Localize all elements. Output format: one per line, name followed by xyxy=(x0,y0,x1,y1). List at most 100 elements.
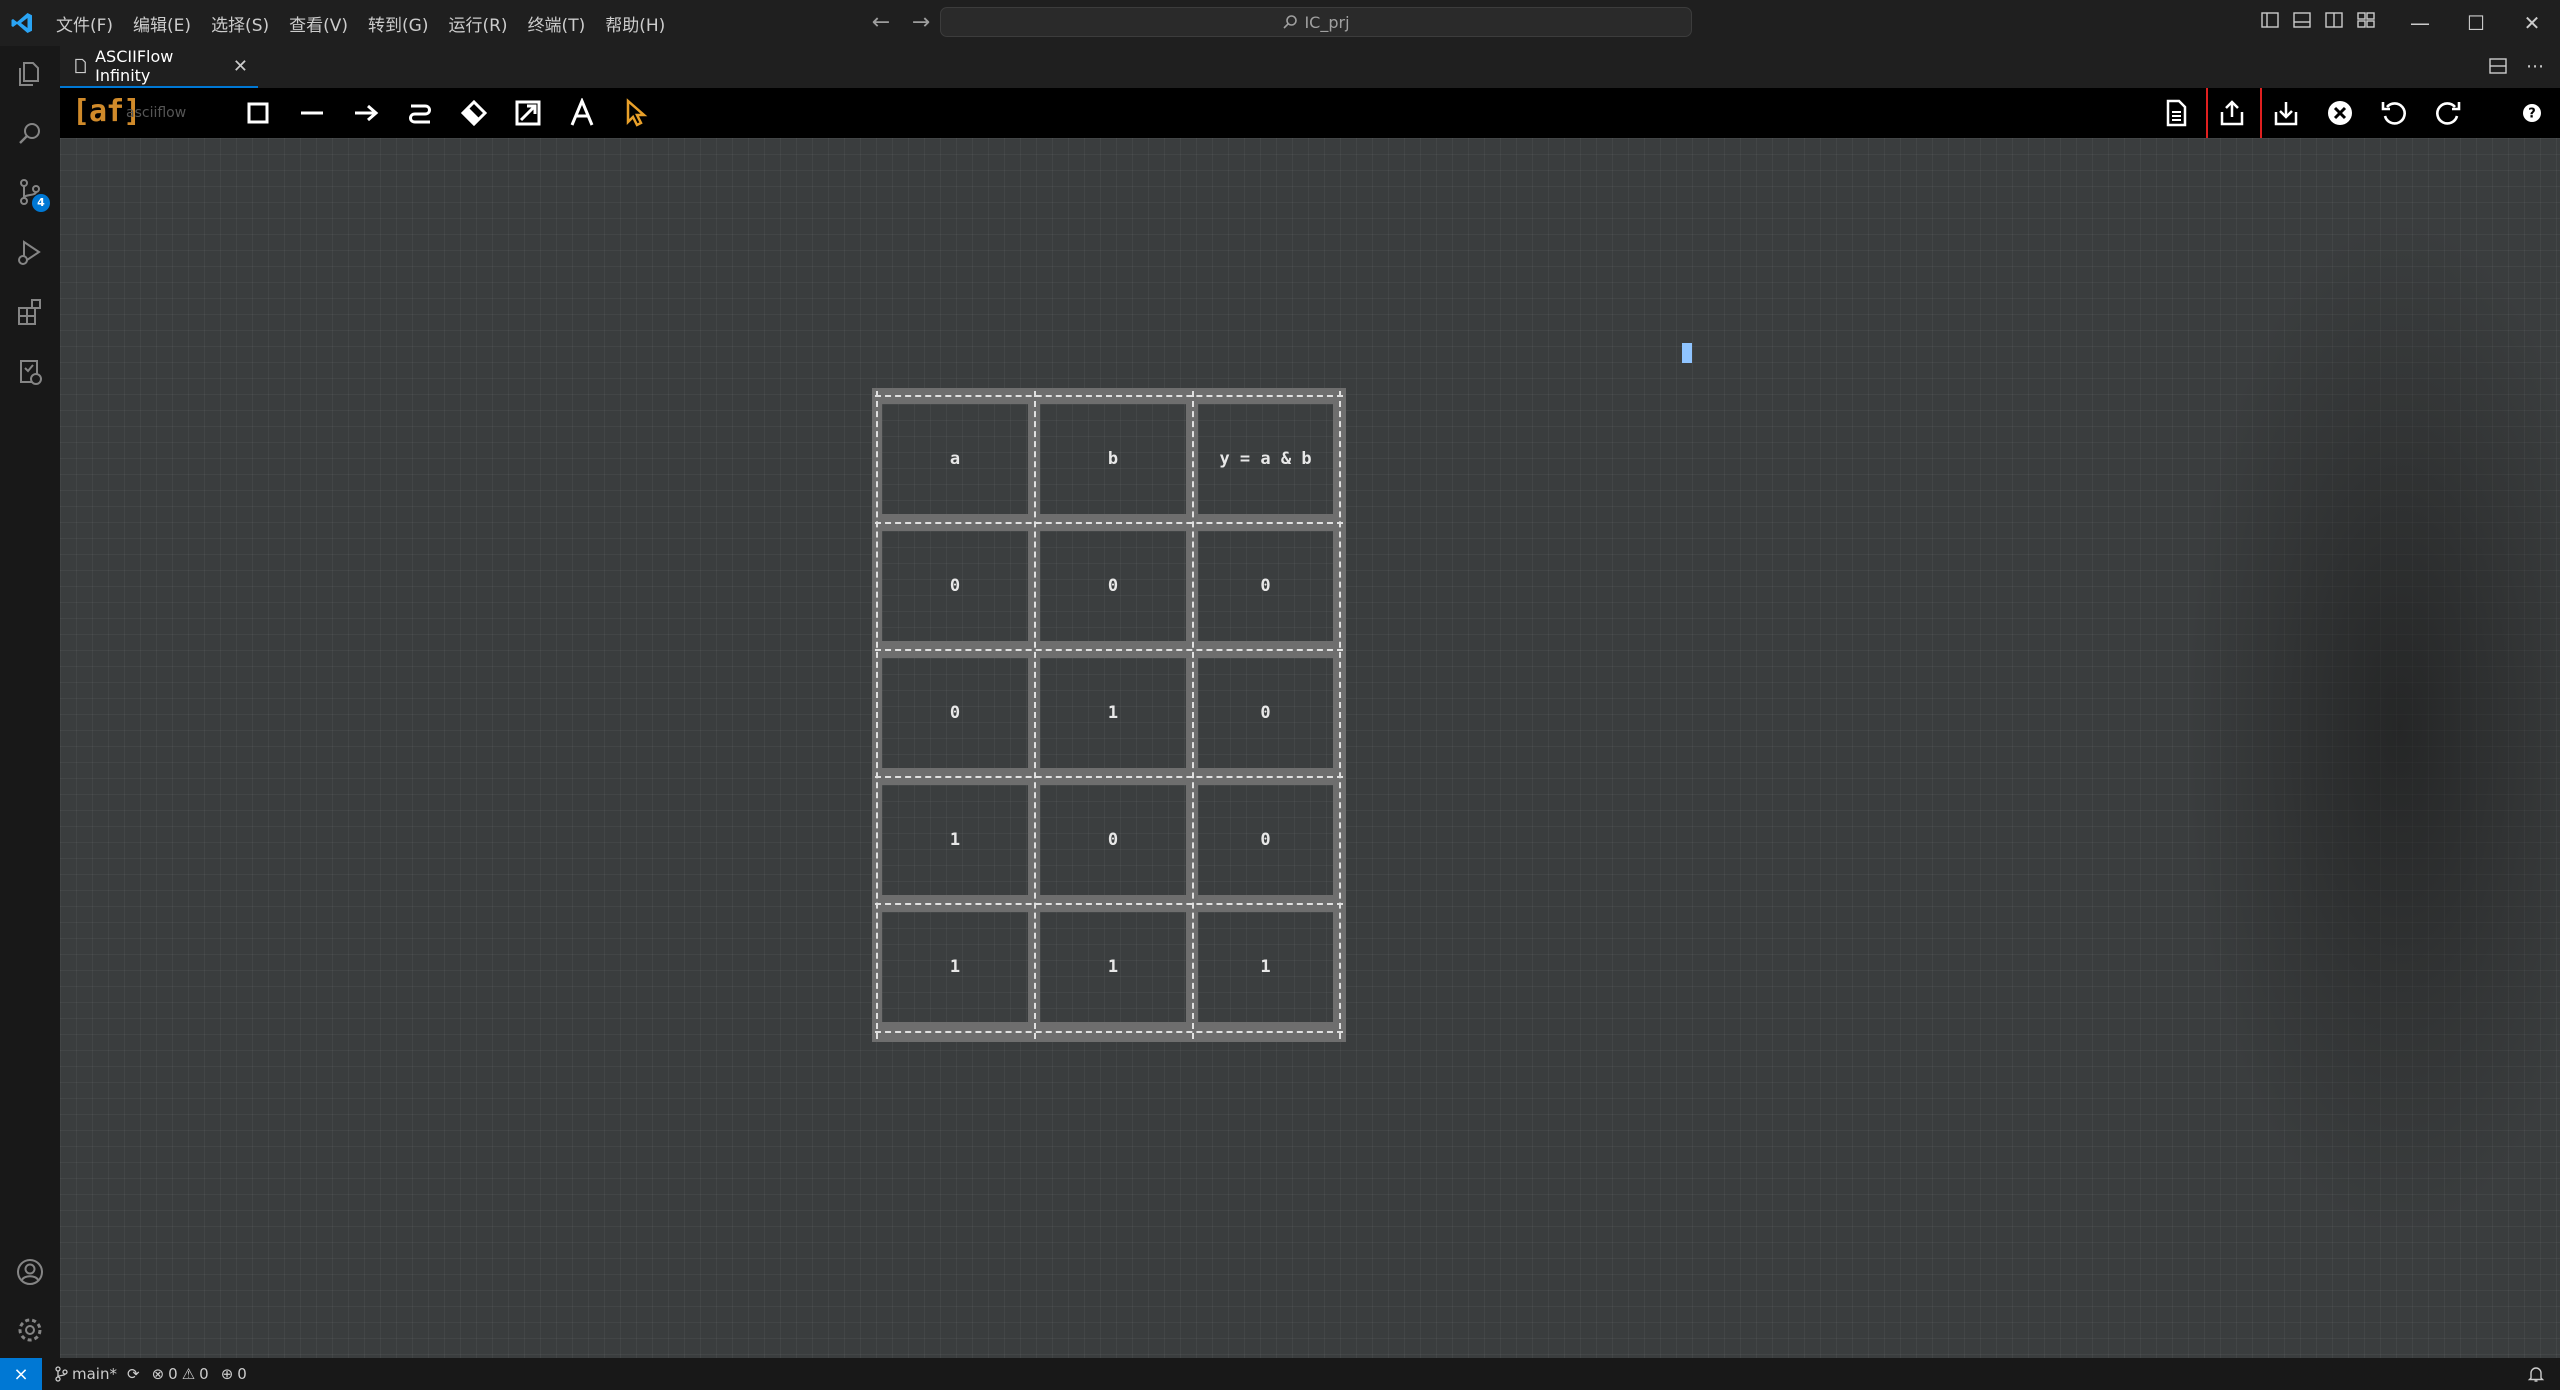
table-cell: 0 xyxy=(1198,658,1333,768)
window-controls: — ☐ ✕ xyxy=(2392,0,2560,46)
table-border xyxy=(875,395,1343,397)
toggle-panel-icon[interactable] xyxy=(2292,10,2312,30)
arrow-tool-icon[interactable] xyxy=(348,95,384,131)
menu-selection[interactable]: 选择(S) xyxy=(201,11,279,36)
editor-actions: ⋯ xyxy=(2488,56,2544,81)
table-header-cell: y = a & b xyxy=(1198,404,1333,514)
menu-terminal[interactable]: 终端(T) xyxy=(518,11,596,36)
asciiflow-editor: [af] asciiflow ? a b y = a & b 0 0 0 0 1… xyxy=(60,88,2560,1358)
activity-bar: 4 xyxy=(0,46,60,1358)
editor-tab-bar: ASCIIFlow Infinity ✕ ⋯ xyxy=(60,46,2560,88)
eraser-tool-icon[interactable] xyxy=(456,95,492,131)
menu-run[interactable]: 运行(R) xyxy=(438,11,517,36)
status-bar: ⨯ main* ⟳ ⊗ 0 ⚠ 0 ⊕ 0 xyxy=(0,1358,2560,1390)
menu-go[interactable]: 转到(G) xyxy=(358,11,438,36)
table-cell: 0 xyxy=(1040,531,1186,641)
table-cell: 0 xyxy=(882,531,1028,641)
new-file-icon[interactable] xyxy=(2158,95,2194,131)
help-icon[interactable]: ? xyxy=(2514,95,2550,131)
customize-layout-icon[interactable] xyxy=(2356,10,2376,30)
resize-tool-icon[interactable] xyxy=(510,95,546,131)
ports-count: 0 xyxy=(237,1365,247,1383)
workspace-name: IC_prj xyxy=(1304,12,1350,32)
source-control-icon[interactable]: 4 xyxy=(0,164,60,220)
problems-indicator[interactable]: ⊗ 0 ⚠ 0 xyxy=(152,1365,209,1383)
freeform-tool-icon[interactable] xyxy=(402,95,438,131)
split-editor-icon[interactable] xyxy=(2488,56,2508,81)
table-border xyxy=(875,776,1343,778)
clear-icon[interactable] xyxy=(2322,95,2358,131)
title-bar: 文件(F) 编辑(E) 选择(S) 查看(V) 转到(G) 运行(R) 终端(T… xyxy=(0,0,2560,46)
menu-file[interactable]: 文件(F) xyxy=(46,11,123,36)
table-border xyxy=(875,903,1343,905)
redo-icon[interactable] xyxy=(2430,95,2466,131)
file-icon xyxy=(75,58,86,74)
table-cell: 0 xyxy=(1040,785,1186,895)
extensions-icon[interactable] xyxy=(0,284,60,340)
menu-view[interactable]: 查看(V) xyxy=(279,11,358,36)
text-tool-icon[interactable] xyxy=(564,95,600,131)
table-border xyxy=(1339,391,1341,1039)
table-cell: 1 xyxy=(1040,658,1186,768)
close-icon[interactable]: ✕ xyxy=(233,56,248,77)
table-border xyxy=(1192,391,1194,1039)
close-window-icon[interactable]: ✕ xyxy=(2504,0,2560,46)
settings-gear-icon[interactable] xyxy=(0,1302,60,1358)
sync-icon[interactable]: ⟳ xyxy=(127,1365,140,1383)
asciiflow-name: asciiflow xyxy=(126,105,187,121)
vscode-window: 文件(F) 编辑(E) 选择(S) 查看(V) 转到(G) 运行(R) 终端(T… xyxy=(0,0,2560,1390)
explorer-icon[interactable] xyxy=(0,46,60,102)
source-control-badge: 4 xyxy=(32,194,50,212)
truth-table[interactable]: a b y = a & b 0 0 0 0 1 0 1 0 0 1 1 1 xyxy=(872,388,1346,1042)
minimize-icon[interactable]: — xyxy=(2392,0,2448,46)
table-cell: 0 xyxy=(1198,785,1333,895)
forward-arrow-icon[interactable]: → xyxy=(908,10,934,36)
text-cursor xyxy=(1682,343,1692,363)
select-tool-icon[interactable] xyxy=(618,95,654,131)
search-view-icon[interactable] xyxy=(0,106,60,162)
navigation-arrows: ← → xyxy=(868,10,934,36)
box-tool-icon[interactable] xyxy=(240,95,276,131)
import-icon[interactable] xyxy=(2268,95,2304,131)
branch-name: main* xyxy=(72,1365,117,1383)
git-branch[interactable]: main* ⟳ xyxy=(54,1365,140,1383)
vscode-logo-icon xyxy=(11,13,32,33)
accounts-icon[interactable] xyxy=(0,1244,60,1300)
menu-help[interactable]: 帮助(H) xyxy=(595,11,675,36)
table-cell: 0 xyxy=(1198,531,1333,641)
ports-indicator[interactable]: ⊕ 0 xyxy=(221,1365,247,1383)
run-debug-icon[interactable] xyxy=(0,224,60,280)
remote-indicator-icon[interactable]: ⨯ xyxy=(0,1358,42,1390)
tab-label: ASCIIFlow Infinity xyxy=(95,47,174,85)
branch-icon xyxy=(55,1366,68,1382)
asciiflow-toolbar: [af] asciiflow ? xyxy=(60,88,2560,158)
antenna-icon: ⊕ xyxy=(220,1365,234,1383)
toggle-secondary-sidebar-icon[interactable] xyxy=(2324,10,2344,30)
command-center-search[interactable]: IC_prj xyxy=(940,7,1692,37)
menu-bar: 文件(F) 编辑(E) 选择(S) 查看(V) 转到(G) 运行(R) 终端(T… xyxy=(46,0,675,46)
undo-icon[interactable] xyxy=(2376,95,2412,131)
table-header-cell: b xyxy=(1040,404,1186,514)
back-arrow-icon[interactable]: ← xyxy=(868,10,894,36)
test-report-icon[interactable] xyxy=(0,344,60,400)
table-cell: 1 xyxy=(882,785,1028,895)
drawing-canvas[interactable]: a b y = a & b 0 0 0 0 1 0 1 0 0 1 1 1 xyxy=(60,138,2560,1358)
canvas-shadow xyxy=(2190,228,2560,1228)
notification-bell-icon[interactable] xyxy=(2526,1364,2546,1384)
maximize-icon[interactable]: ☐ xyxy=(2448,0,2504,46)
table-border xyxy=(876,391,878,1039)
table-cell: 1 xyxy=(1198,912,1333,1022)
more-actions-icon[interactable]: ⋯ xyxy=(2526,56,2544,81)
table-border xyxy=(875,649,1343,651)
menu-edit[interactable]: 编辑(E) xyxy=(123,11,201,36)
error-count: 0 xyxy=(168,1365,178,1383)
table-cell: 1 xyxy=(882,912,1028,1022)
error-icon: ⊗ xyxy=(151,1365,165,1383)
line-tool-icon[interactable] xyxy=(294,95,330,131)
warning-count: 0 xyxy=(199,1365,209,1383)
toggle-primary-sidebar-icon[interactable] xyxy=(2260,10,2280,30)
table-border xyxy=(875,522,1343,524)
layout-controls xyxy=(2260,10,2376,30)
warning-icon: ⚠ xyxy=(181,1365,196,1383)
tab-asciiflow-infinity[interactable]: ASCIIFlow Infinity ✕ xyxy=(60,46,258,88)
